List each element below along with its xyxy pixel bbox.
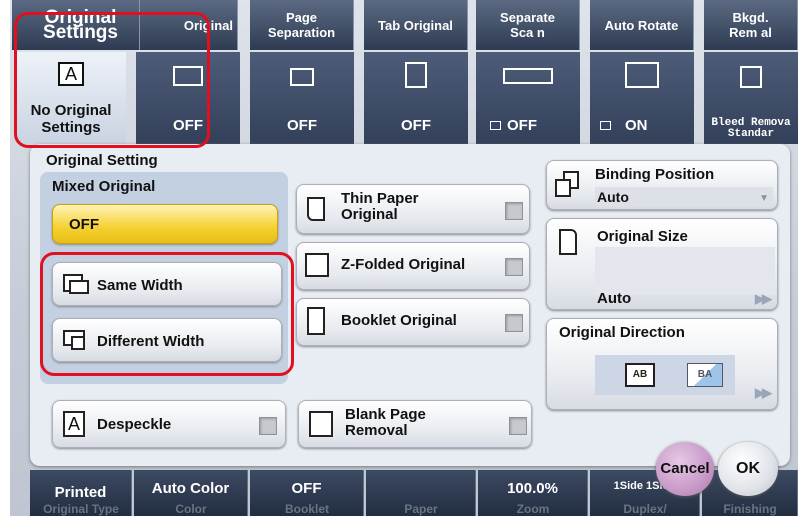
- z-folded-original-button[interactable]: Z-Folded Original: [296, 242, 530, 290]
- bottom-label-finishing: Finishing: [723, 502, 777, 516]
- pages-icon: [290, 68, 314, 86]
- binding-position-dropdown[interactable]: Binding Position Auto ▼: [546, 160, 778, 210]
- booklet-original-button[interactable]: Booklet Original: [296, 298, 530, 346]
- original-size-icon: [559, 229, 577, 255]
- header-col-bkgd-removal: Bkgd. Rem al: [704, 0, 798, 50]
- tab-separate-scan[interactable]: OFF: [476, 52, 580, 144]
- despeckle-checkbox[interactable]: [259, 417, 277, 435]
- section-title: Original Setting: [46, 152, 158, 169]
- direction-ba-icon[interactable]: BA: [687, 363, 723, 387]
- blank-page-removal-button[interactable]: Blank Page Removal: [298, 400, 532, 448]
- cancel-button[interactable]: Cancel: [656, 442, 714, 496]
- direction-ab-icon[interactable]: AB: [625, 363, 655, 387]
- blank-page-icon: [309, 411, 333, 437]
- bottom-label-booklet: Booklet: [284, 502, 329, 516]
- z-folded-icon: [305, 253, 329, 277]
- original-size-button[interactable]: Original Size Auto ▶▶: [546, 218, 778, 310]
- header-col-tab-original: Tab Original: [364, 0, 468, 50]
- tab-bkgd-removal[interactable]: Bleed Remova Standar: [704, 52, 798, 144]
- tab-page-icon: [405, 62, 427, 88]
- separate-scan-icon: [503, 68, 553, 84]
- bottom-label-paper: Paper: [404, 502, 438, 516]
- mixed-original-label: Mixed Original: [52, 178, 156, 195]
- binding-position-value: Auto: [595, 187, 773, 207]
- ok-button[interactable]: OK: [718, 442, 778, 496]
- thin-paper-checkbox[interactable]: [505, 202, 523, 220]
- booklet-icon: [307, 307, 325, 335]
- checkbox-icon: [600, 121, 611, 130]
- bottom-label-duplex: Duplex/: [623, 502, 667, 516]
- tab-auto-rotate[interactable]: ON: [590, 52, 694, 144]
- double-chevron-right-icon: ▶▶: [755, 385, 772, 400]
- original-size-preview: [595, 247, 775, 295]
- mixed-original-off-button[interactable]: OFF: [52, 204, 278, 244]
- header-col-separate-scan: Separate Sca n: [476, 0, 580, 50]
- double-chevron-right-icon: ▶▶: [755, 291, 772, 306]
- header-col-page-separation: Page Separation: [250, 0, 354, 50]
- z-folded-checkbox[interactable]: [505, 258, 523, 276]
- checkbox-icon: [490, 121, 501, 130]
- header-col-auto-rotate: Auto Rotate: [590, 0, 694, 50]
- bottom-label-zoom: Zoom: [516, 502, 550, 516]
- blank-page-checkbox[interactable]: [509, 417, 527, 435]
- rotate-icon: [625, 62, 659, 88]
- thin-paper-icon: [307, 197, 325, 221]
- bottom-label-color: Color: [175, 502, 207, 516]
- highlight-width-options: [40, 252, 294, 376]
- background-removal-icon: [740, 66, 762, 88]
- tab-tab-original[interactable]: OFF: [364, 52, 468, 144]
- bottom-label-original-type: Original Type: [43, 502, 119, 516]
- tab-page-separation[interactable]: OFF: [250, 52, 354, 144]
- booklet-checkbox[interactable]: [505, 314, 523, 332]
- original-direction-button[interactable]: Original Direction AB BA ▶▶: [546, 318, 778, 410]
- thin-paper-original-button[interactable]: Thin Paper Original: [296, 184, 530, 234]
- chevron-down-icon: ▼: [759, 193, 769, 204]
- despeckle-a-icon: A: [63, 411, 85, 437]
- binding-position-icon: [555, 171, 581, 197]
- highlight-original-settings: [14, 12, 210, 148]
- despeckle-button[interactable]: A Despeckle: [52, 400, 286, 448]
